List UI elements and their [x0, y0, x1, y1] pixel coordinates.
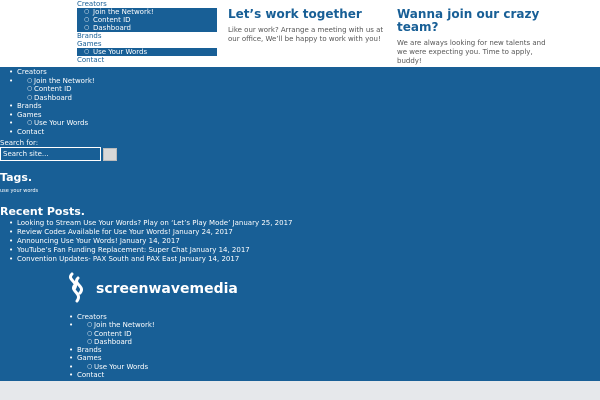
footer-nav-use-your-words[interactable]: Use Your Words	[77, 363, 155, 372]
side-games-submenu: Use Your Words	[17, 119, 95, 128]
footer-creators-submenu: Join the Network! Content ID Dashboard	[77, 321, 155, 346]
logo-text: screenwavemedia	[96, 281, 238, 297]
nav-games[interactable]: Games	[77, 40, 217, 48]
recent-post-link[interactable]: Announcing Use Your Words! January 14, 2…	[9, 237, 293, 246]
side-nav-dashboard[interactable]: Dashboard	[17, 94, 95, 103]
nav-contact[interactable]: Contact	[77, 56, 217, 64]
search-label: Search for:	[0, 139, 39, 147]
creators-submenu: Join the Network! Content ID Dashboard	[77, 8, 217, 32]
footer-nav-dashboard[interactable]: Dashboard	[77, 338, 155, 347]
games-submenu: Use Your Words	[77, 48, 217, 56]
recent-posts-heading: Recent Posts.	[0, 205, 85, 218]
side-nav-games[interactable]: Games	[9, 111, 95, 120]
top-header: Creators Join the Network! Content ID Da…	[0, 0, 600, 67]
work-together-text: Like our work? Arrange a meeting with us…	[228, 26, 384, 43]
nav-brands[interactable]: Brands	[77, 32, 217, 40]
side-nav-brands[interactable]: Brands	[9, 102, 95, 111]
footer-nav-content-id[interactable]: Content ID	[77, 330, 155, 339]
work-together-block: Let’s work together Like our work? Arran…	[228, 8, 388, 44]
search-form: Search for:	[0, 139, 117, 161]
side-creators-submenu: Join the Network! Content ID Dashboard	[17, 77, 95, 103]
nav-creators[interactable]: Creators	[77, 0, 217, 8]
join-team-text: We are always looking for new talents an…	[397, 39, 546, 65]
recent-post-link[interactable]: YouTube’s Fan Funding Replacement: Super…	[9, 246, 293, 255]
tags-heading: Tags.	[0, 171, 33, 184]
search-button[interactable]	[103, 147, 117, 161]
side-nav-content-id[interactable]: Content ID	[17, 85, 95, 94]
top-nav: Creators Join the Network! Content ID Da…	[77, 0, 217, 64]
work-together-title: Let’s work together	[228, 7, 362, 21]
side-nav-creators[interactable]: Creators	[9, 68, 95, 77]
join-team-block: Wanna join our crazy team? We are always…	[397, 8, 557, 66]
nav-dashboard[interactable]: Dashboard	[79, 24, 217, 32]
recent-post-link[interactable]: Convention Updates- PAX South and PAX Ea…	[9, 255, 293, 264]
side-nav-use-your-words[interactable]: Use Your Words	[17, 119, 95, 128]
tag-link[interactable]: use your words	[0, 188, 38, 194]
nav-content-id[interactable]: Content ID	[79, 16, 217, 24]
search-input[interactable]	[0, 147, 101, 161]
footer-nav-games[interactable]: Games	[69, 354, 155, 363]
wave-logo-icon	[69, 272, 83, 303]
footer-nav: Creators Join the Network! Content ID Da…	[69, 313, 155, 380]
join-team-title: Wanna join our crazy team?	[397, 7, 540, 34]
recent-post-link[interactable]: Review Codes Available for Use Your Word…	[9, 228, 293, 237]
footer-nav-join-network[interactable]: Join the Network!	[77, 321, 155, 330]
bottom-bar	[0, 381, 600, 400]
site-logo[interactable]: screenwavemedia	[64, 272, 238, 306]
side-nav-join-network[interactable]: Join the Network!	[17, 77, 95, 86]
nav-join-network[interactable]: Join the Network!	[79, 8, 217, 16]
side-nav: Creators Join the Network! Content ID Da…	[9, 68, 95, 137]
recent-posts-list: Looking to Stream Use Your Words? Play o…	[9, 219, 293, 264]
footer-nav-creators[interactable]: Creators	[69, 313, 155, 322]
nav-use-your-words[interactable]: Use Your Words	[79, 48, 217, 56]
side-nav-contact[interactable]: Contact	[9, 128, 95, 137]
recent-post-link[interactable]: Looking to Stream Use Your Words? Play o…	[9, 219, 292, 228]
footer-nav-contact[interactable]: Contact	[69, 371, 155, 380]
footer-nav-brands[interactable]: Brands	[69, 346, 155, 355]
footer-games-submenu: Use Your Words	[77, 363, 155, 372]
